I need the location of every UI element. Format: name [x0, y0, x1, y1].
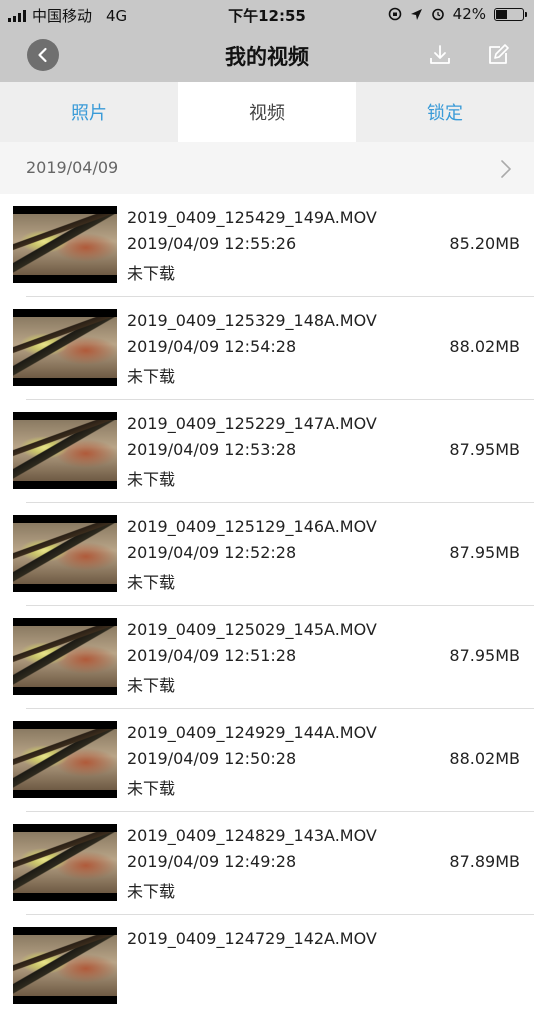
video-filename: 2019_0409_125329_148A.MOV [127, 311, 377, 330]
status-right: 42% [388, 5, 527, 23]
location-icon [410, 8, 422, 20]
video-thumbnail [13, 206, 117, 283]
list-item[interactable]: 2019_0409_125229_147A.MOV 2019/04/09 12:… [0, 400, 534, 503]
battery-icon [494, 7, 527, 21]
nav-bar: 我的视频 [0, 28, 534, 82]
video-thumbnail [13, 618, 117, 695]
video-list: 2019_0409_125429_149A.MOV 2019/04/09 12:… [0, 194, 534, 1018]
video-size: 87.89MB [449, 852, 520, 871]
download-status: 未下载 [127, 779, 176, 798]
download-icon[interactable] [428, 43, 452, 67]
status-bar: 中国移动 4G 下午12:55 42% [0, 0, 534, 28]
list-item[interactable]: 2019_0409_124829_143A.MOV 2019/04/09 12:… [0, 812, 534, 915]
media-tabs: 照片 视频 锁定 [0, 82, 534, 142]
page-title: 我的视频 [225, 45, 309, 69]
video-datetime: 2019/04/09 12:50:28 [127, 749, 297, 768]
tab-locked[interactable]: 锁定 [356, 82, 534, 142]
video-filename: 2019_0409_124929_144A.MOV [127, 723, 377, 742]
rotation-lock-icon [388, 7, 401, 21]
list-item[interactable]: 2019_0409_125329_148A.MOV 2019/04/09 12:… [0, 297, 534, 400]
download-status: 未下载 [127, 367, 176, 386]
video-datetime: 2019/04/09 12:54:28 [127, 337, 297, 356]
video-datetime: 2019/04/09 12:51:28 [127, 646, 297, 665]
battery-percent: 42% [452, 5, 486, 23]
video-datetime: 2019/04/09 12:49:28 [127, 852, 297, 871]
download-status: 未下载 [127, 470, 176, 489]
download-status: 未下载 [127, 264, 176, 283]
date-group-header[interactable]: 2019/04/09 [0, 142, 534, 194]
video-datetime: 2019/04/09 12:55:26 [127, 234, 297, 253]
video-filename: 2019_0409_125429_149A.MOV [127, 208, 377, 227]
video-thumbnail [13, 721, 117, 798]
list-item[interactable]: 2019_0409_125129_146A.MOV 2019/04/09 12:… [0, 503, 534, 606]
list-item[interactable]: 2019_0409_125429_149A.MOV 2019/04/09 12:… [0, 194, 534, 297]
edit-icon[interactable] [486, 43, 510, 67]
tab-photos[interactable]: 照片 [0, 82, 178, 142]
list-item[interactable]: 2019_0409_124929_144A.MOV 2019/04/09 12:… [0, 709, 534, 812]
video-thumbnail [13, 309, 117, 386]
group-date: 2019/04/09 [26, 158, 119, 177]
video-size: 85.20MB [449, 234, 520, 253]
download-status: 未下载 [127, 676, 176, 695]
video-size: 88.02MB [449, 749, 520, 768]
video-datetime: 2019/04/09 12:53:28 [127, 440, 297, 459]
list-item[interactable]: 2019_0409_125029_145A.MOV 2019/04/09 12:… [0, 606, 534, 709]
chevron-right-icon [501, 160, 511, 178]
video-filename: 2019_0409_125129_146A.MOV [127, 517, 377, 536]
video-filename: 2019_0409_124829_143A.MOV [127, 826, 377, 845]
video-size: 88.02MB [449, 337, 520, 356]
video-thumbnail [13, 412, 117, 489]
list-item[interactable]: 2019_0409_124729_142A.MOV [0, 915, 534, 1018]
video-filename: 2019_0409_125229_147A.MOV [127, 414, 377, 433]
video-size: 87.95MB [449, 646, 520, 665]
alarm-icon [431, 8, 444, 21]
download-status: 未下载 [127, 882, 176, 901]
download-status: 未下载 [127, 573, 176, 592]
video-size: 87.95MB [449, 543, 520, 562]
video-thumbnail [13, 927, 117, 1004]
video-thumbnail [13, 515, 117, 592]
video-size: 87.95MB [449, 440, 520, 459]
video-datetime: 2019/04/09 12:52:28 [127, 543, 297, 562]
video-thumbnail [13, 824, 117, 901]
video-filename: 2019_0409_124729_142A.MOV [127, 929, 377, 948]
tab-videos[interactable]: 视频 [178, 82, 356, 142]
video-filename: 2019_0409_125029_145A.MOV [127, 620, 377, 639]
